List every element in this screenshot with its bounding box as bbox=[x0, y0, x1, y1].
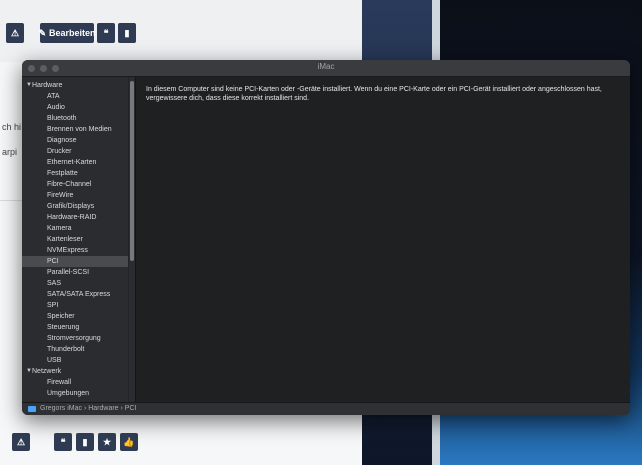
sidebar-item-label: Umgebungen bbox=[47, 390, 90, 397]
sidebar-item-label: NVMExpress bbox=[47, 247, 88, 254]
edit-button[interactable]: ✎ Bearbeiten bbox=[38, 23, 96, 43]
detail-pane: In diesem Computer sind keine PCI-Karten… bbox=[136, 77, 630, 403]
path-bar: Gregors iMac › Hardware › PCI bbox=[22, 402, 630, 415]
sidebar-item[interactable]: USB bbox=[22, 355, 128, 366]
sidebar-item-label: FireWire bbox=[47, 192, 74, 199]
sidebar-item[interactable]: Audio bbox=[22, 102, 128, 113]
sidebar-item[interactable]: Diagnose bbox=[22, 135, 128, 146]
sidebar-item-label: Audio bbox=[47, 104, 65, 111]
path-label: Gregors iMac › Hardware › PCI bbox=[40, 405, 137, 412]
sidebar-item-label: Thunderbolt bbox=[47, 346, 85, 353]
sidebar-item[interactable]: SAS bbox=[22, 278, 128, 289]
sidebar-item[interactable]: SATA/SATA Express bbox=[22, 289, 128, 300]
sidebar-item[interactable]: Hardware-RAID bbox=[22, 212, 128, 223]
sidebar-item-label: Festplatte bbox=[47, 170, 78, 177]
sidebar-item-label: Kamera bbox=[47, 225, 72, 232]
sidebar-item-label: Grafik/Displays bbox=[47, 203, 95, 210]
quote-icon[interactable]: ❝ bbox=[97, 23, 115, 43]
quote-icon[interactable]: ❝ bbox=[54, 433, 72, 451]
sidebar-item[interactable]: ATA bbox=[22, 91, 128, 102]
sidebar-group[interactable]: ▼ Hardware bbox=[22, 80, 128, 91]
sidebar-item[interactable]: Umgebungen bbox=[22, 388, 128, 399]
sidebar-item-label: Bluetooth bbox=[47, 115, 77, 122]
detail-message: In diesem Computer sind keine PCI-Karten… bbox=[146, 86, 602, 102]
sidebar-item-label: SAS bbox=[47, 280, 62, 287]
sidebar-item[interactable]: Fibre-Channel bbox=[22, 179, 128, 190]
sidebar-item-label: Firewall bbox=[47, 379, 72, 386]
sidebar-item[interactable]: Stromversorgung bbox=[22, 333, 128, 344]
background-toolbar: ⚠ ✎ Bearbeiten ❝ ▮ bbox=[0, 0, 362, 62]
sidebar-item-label: Speicher bbox=[47, 313, 75, 320]
background-text: ch hi bbox=[2, 122, 22, 132]
sidebar-item-label: USB bbox=[47, 357, 62, 364]
sidebar-item-label: Kartenleser bbox=[47, 236, 83, 243]
bookmark-icon[interactable]: ▮ bbox=[76, 433, 94, 451]
sidebar-item-label: Steuerung bbox=[47, 324, 80, 331]
bookmark-icon[interactable]: ▮ bbox=[118, 23, 136, 43]
scrollbar-thumb[interactable] bbox=[130, 81, 134, 261]
sidebar-item-label: Stromversorgung bbox=[47, 335, 101, 342]
edit-button-label: Bearbeiten bbox=[49, 28, 96, 38]
sidebar-item[interactable]: SPI bbox=[22, 300, 128, 311]
sidebar-item[interactable]: Bluetooth bbox=[22, 113, 128, 124]
sidebar-item[interactable]: Steuerung bbox=[22, 322, 128, 333]
sidebar-item-label: Hardware bbox=[32, 82, 63, 89]
sidebar-item-label: Fibre-Channel bbox=[47, 181, 92, 188]
sidebar-item-label: Netzwerk bbox=[32, 368, 62, 375]
sidebar-item[interactable]: Brennen von Medien bbox=[22, 124, 128, 135]
thumbs-up-icon[interactable]: 👍 bbox=[120, 433, 138, 451]
sidebar-item-label: Parallel-SCSI bbox=[47, 269, 90, 276]
sidebar-item[interactable]: Firewall bbox=[22, 377, 128, 388]
sidebar-item-label: PCI bbox=[47, 258, 59, 265]
sidebar-item[interactable]: Thunderbolt bbox=[22, 344, 128, 355]
sidebar-item-label: Diagnose bbox=[47, 137, 77, 144]
sidebar-item-label: ATA bbox=[47, 93, 60, 100]
pencil-icon: ✎ bbox=[38, 27, 47, 38]
sidebar-item[interactable]: Grafik/Displays bbox=[22, 201, 128, 212]
system-information-window: iMac ▼ Hardware ATA Audio Bluetooth Brennen v… bbox=[22, 60, 630, 415]
background-text: arpi bbox=[2, 147, 18, 157]
sidebar-item[interactable]: Drucker bbox=[22, 146, 128, 157]
sidebar-item[interactable]: Kartenleser bbox=[22, 234, 128, 245]
sidebar-item[interactable]: NVMExpress bbox=[22, 245, 128, 256]
sidebar: ▼ Hardware ATA Audio Bluetooth Brennen von Me… bbox=[22, 77, 128, 403]
sidebar-item[interactable]: Speicher bbox=[22, 311, 128, 322]
sidebar-item[interactable]: Kamera bbox=[22, 223, 128, 234]
warning-icon[interactable]: ⚠ bbox=[6, 23, 24, 43]
sidebar-item[interactable]: Festplatte bbox=[22, 168, 128, 179]
title-bar[interactable]: iMac bbox=[22, 60, 630, 77]
star-icon[interactable]: ★ bbox=[98, 433, 116, 451]
sidebar-item[interactable]: FireWire bbox=[22, 190, 128, 201]
sidebar-item[interactable]: PCI bbox=[22, 256, 128, 267]
warning-icon[interactable]: ⚠ bbox=[12, 433, 30, 451]
sidebar-item-label: Brennen von Medien bbox=[47, 126, 112, 133]
sidebar-item-label: SPI bbox=[47, 302, 59, 309]
window-title: iMac bbox=[317, 62, 335, 71]
sidebar-item-label: Ethernet-Karten bbox=[47, 159, 97, 166]
sidebar-item-label: Drucker bbox=[47, 148, 72, 155]
sidebar-item[interactable]: Ethernet-Karten bbox=[22, 157, 128, 168]
computer-icon bbox=[28, 406, 36, 412]
sidebar-item-label: Hardware-RAID bbox=[47, 214, 97, 221]
sidebar-group[interactable]: ▼ Netzwerk bbox=[22, 366, 128, 377]
sidebar-item[interactable]: Parallel-SCSI bbox=[22, 267, 128, 278]
sidebar-item-label: SATA/SATA Express bbox=[47, 291, 111, 298]
